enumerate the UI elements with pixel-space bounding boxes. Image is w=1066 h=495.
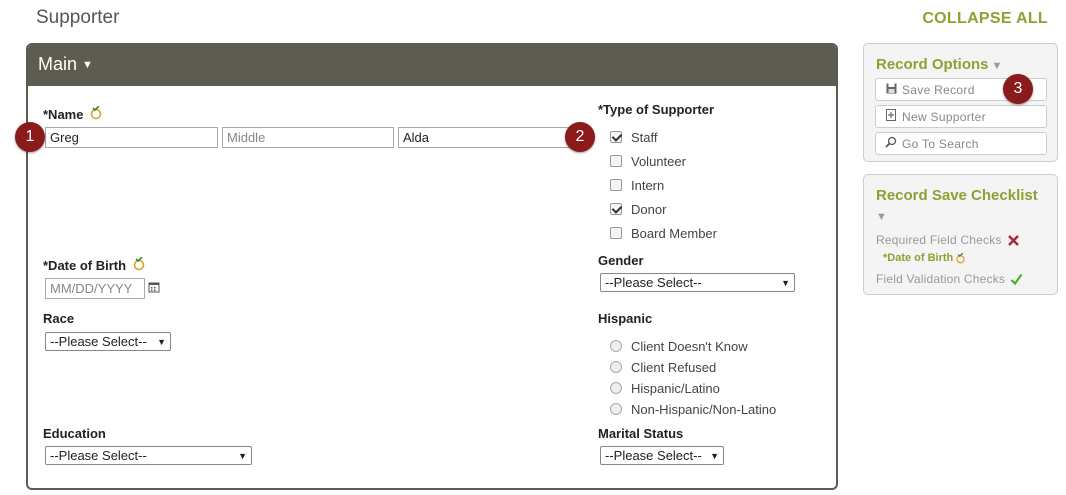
go-to-search-label: Go To Search <box>902 136 979 151</box>
required-field-checks-label: Required Field Checks <box>876 233 1002 247</box>
radio-button[interactable] <box>610 361 622 373</box>
caret-down-icon: ▼ <box>82 59 93 71</box>
middle-name-input[interactable] <box>222 127 394 148</box>
radio-label: Hispanic/Latino <box>631 380 720 396</box>
last-name-input[interactable] <box>398 127 570 148</box>
gender-select-value: --Please Select-- <box>605 275 702 290</box>
radio-button[interactable] <box>610 382 622 394</box>
name-label-text: *Name <box>43 107 84 122</box>
radio-label: Client Refused <box>631 359 717 375</box>
intern-checkbox[interactable] <box>610 179 622 191</box>
race-label: Race <box>43 311 75 326</box>
red-x-icon <box>1007 234 1019 246</box>
dob-label: *Date of Birth <box>43 257 146 273</box>
radio-row[interactable]: Non-Hispanic/Non-Latino <box>610 401 776 417</box>
step-badge-3: 3 <box>1003 74 1033 104</box>
save-record-label: Save Record <box>902 82 975 97</box>
step-badge-2: 2 <box>565 122 595 152</box>
new-supporter-button[interactable]: New Supporter <box>875 105 1047 128</box>
record-options-title-text: Record Options <box>876 56 989 73</box>
collapse-all-link[interactable]: COLLAPSE ALL <box>922 10 1048 28</box>
education-label: Education <box>43 426 106 441</box>
record-options-title[interactable]: Record Options ▼ <box>876 56 1002 73</box>
spellcheck-icon[interactable] <box>132 257 146 271</box>
record-options-panel: Record Options ▼ Save Record New Supporte… <box>863 43 1058 162</box>
hispanic-label: Hispanic <box>598 311 653 326</box>
checklist-title: Record Save Checklist <box>876 187 1038 204</box>
checkbox-label: Donor <box>631 201 667 217</box>
checkbox-label: Intern <box>631 177 665 193</box>
radio-label: Non-Hispanic/Non-Latino <box>631 401 777 417</box>
checkbox-label: Staff <box>631 129 658 145</box>
dropdown-arrow-icon: ▼ <box>157 336 166 347</box>
checkbox-label: Volunteer <box>631 153 686 169</box>
spellcheck-icon <box>956 252 965 263</box>
caret-down-icon[interactable]: ▼ <box>876 211 887 223</box>
staff-checkbox[interactable] <box>610 131 622 143</box>
spellcheck-icon[interactable] <box>89 106 103 120</box>
checkbox-label: Board Member <box>631 225 717 241</box>
type-of-supporter-group: Staff Volunteer Intern Donor Board Membe… <box>610 129 717 241</box>
race-select[interactable]: --Please Select-- ▼ <box>45 332 171 351</box>
name-label: *Name <box>43 106 103 122</box>
radio-button[interactable] <box>610 403 622 415</box>
calendar-icon[interactable] <box>148 281 160 293</box>
dob-input[interactable] <box>45 278 145 299</box>
gender-select[interactable]: --Please Select-- ▼ <box>600 273 795 292</box>
marital-status-select[interactable]: --Please Select-- ▼ <box>600 446 724 465</box>
volunteer-checkbox[interactable] <box>610 155 622 167</box>
dropdown-arrow-icon: ▼ <box>710 450 719 461</box>
marital-status-select-value: --Please Select-- <box>605 448 702 463</box>
first-name-input[interactable] <box>45 127 218 148</box>
radio-row[interactable]: Client Doesn't Know <box>610 338 776 354</box>
missing-field-label: *Date of Birth <box>883 252 954 264</box>
donor-checkbox[interactable] <box>610 203 622 215</box>
checkbox-row-staff[interactable]: Staff <box>610 129 717 145</box>
floppy-disk-icon <box>884 83 898 97</box>
checkbox-row-donor[interactable]: Donor <box>610 201 717 217</box>
checkbox-row-intern[interactable]: Intern <box>610 177 717 193</box>
main-section-header[interactable]: Main ▼ <box>28 45 836 86</box>
marital-status-label: Marital Status <box>598 426 684 441</box>
caret-down-icon: ▼ <box>991 60 1003 72</box>
page-title: Supporter <box>36 7 120 28</box>
radio-row[interactable]: Client Refused <box>610 359 776 375</box>
green-check-icon <box>1010 273 1023 285</box>
radio-button[interactable] <box>610 340 622 352</box>
field-validation-checks-label: Field Validation Checks <box>876 272 1006 286</box>
main-panel: Main ▼ <box>26 43 838 490</box>
gender-label: Gender <box>598 253 644 268</box>
dob-label-text: *Date of Birth <box>43 258 127 273</box>
education-select[interactable]: --Please Select-- ▼ <box>45 446 252 465</box>
record-save-checklist-panel: Record Save Checklist ▼ Required Field C… <box>863 174 1058 295</box>
field-validation-checks: Field Validation Checks <box>876 272 1023 286</box>
radio-label: Client Doesn't Know <box>631 338 748 354</box>
magnifier-icon <box>884 136 898 151</box>
education-select-value: --Please Select-- <box>50 448 147 463</box>
type-of-supporter-label: *Type of Supporter <box>598 102 715 117</box>
missing-field-link[interactable]: *Date of Birth <box>883 252 966 264</box>
board-member-checkbox[interactable] <box>610 227 622 239</box>
required-field-checks: Required Field Checks <box>876 233 1020 247</box>
checkbox-row-volunteer[interactable]: Volunteer <box>610 153 717 169</box>
step-badge-1: 1 <box>15 122 45 152</box>
dropdown-arrow-icon: ▼ <box>238 450 247 461</box>
main-section-title: Main <box>38 54 78 74</box>
radio-row[interactable]: Hispanic/Latino <box>610 380 776 396</box>
plus-document-icon <box>884 109 898 124</box>
new-supporter-label: New Supporter <box>902 109 986 124</box>
go-to-search-button[interactable]: Go To Search <box>875 132 1047 155</box>
checkbox-row-board-member[interactable]: Board Member <box>610 225 717 241</box>
dropdown-arrow-icon: ▼ <box>781 277 790 288</box>
hispanic-group: Client Doesn't Know Client Refused Hispa… <box>610 338 776 417</box>
race-select-value: --Please Select-- <box>50 334 147 349</box>
